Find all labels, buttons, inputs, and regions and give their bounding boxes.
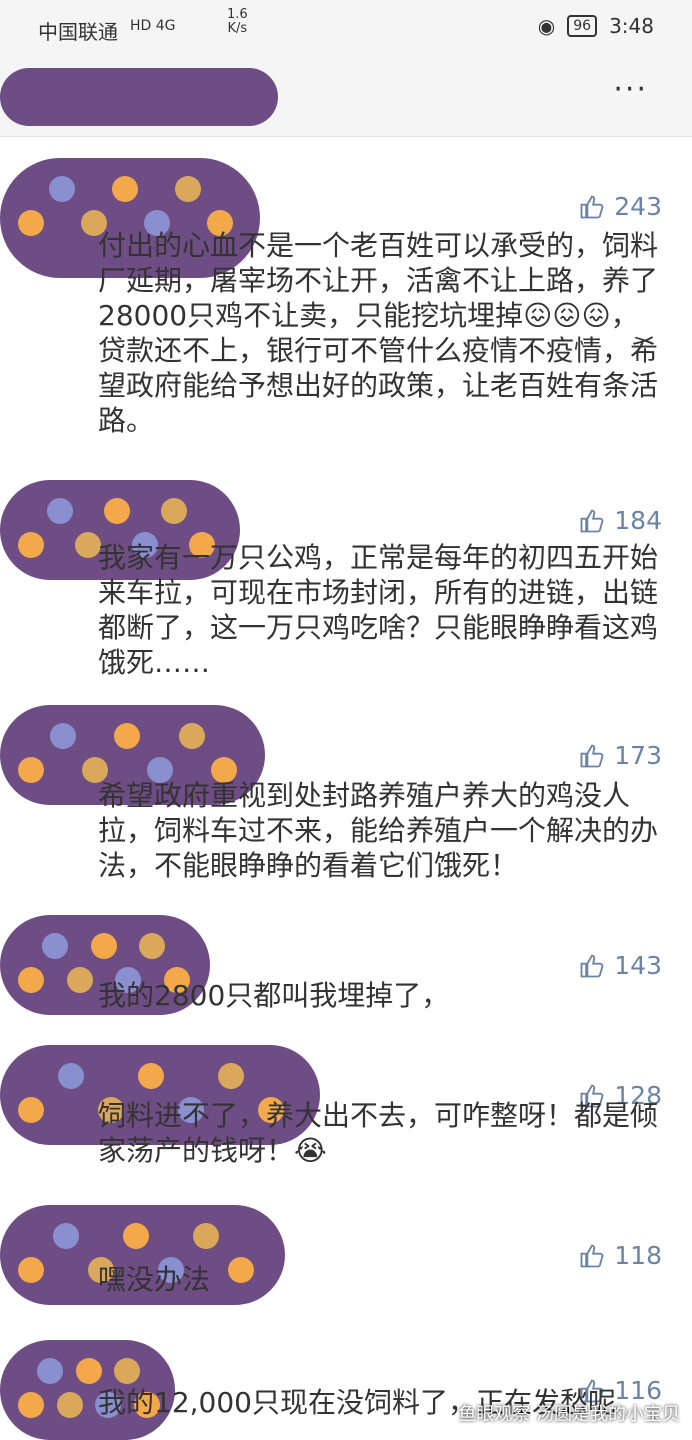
eye-icon: ◉ bbox=[537, 14, 556, 38]
pattern-dot bbox=[50, 723, 77, 749]
like-button[interactable]: 173 bbox=[578, 741, 662, 770]
pattern-dot bbox=[18, 757, 44, 783]
pattern-dot bbox=[218, 1063, 244, 1089]
like-count: 173 bbox=[614, 741, 662, 770]
pattern-dot bbox=[139, 933, 166, 959]
pattern-dot bbox=[18, 1097, 44, 1123]
like-button[interactable]: 184 bbox=[578, 506, 662, 535]
pattern-dot bbox=[42, 933, 69, 959]
pattern-dot bbox=[58, 1063, 84, 1089]
pattern-dot bbox=[18, 1392, 44, 1418]
battery-indicator: 96 bbox=[567, 15, 598, 37]
pattern-dot bbox=[18, 967, 44, 993]
thumbs-up-icon bbox=[580, 509, 604, 532]
pattern-dot bbox=[49, 176, 76, 202]
pattern-dot bbox=[193, 1223, 219, 1249]
more-button[interactable]: ··· bbox=[613, 75, 648, 105]
pattern-dot bbox=[160, 498, 187, 524]
like-count: 184 bbox=[614, 506, 662, 535]
carrier-name: 中国联通 bbox=[38, 20, 118, 44]
pattern-dot bbox=[138, 1063, 164, 1089]
time: 3:48 bbox=[609, 14, 654, 38]
pattern-dot bbox=[103, 498, 130, 524]
top-bar: ··· bbox=[0, 56, 692, 137]
comment-text: 饲料进不了，养大出不去，可咋整呀！都是倾家荡产的钱呀！😭 bbox=[98, 1099, 659, 1167]
comment-text: 希望政府重视到处封路养殖户养大的鸡没人拉，饲料车过不来，能给养殖户一个解决的办法… bbox=[98, 779, 659, 882]
thumbs-up-icon bbox=[580, 744, 604, 767]
pattern-dot bbox=[18, 1257, 44, 1283]
like-button[interactable]: 243 bbox=[578, 192, 662, 221]
redacted-avatar bbox=[0, 68, 278, 126]
watermark: 鱼眼观察 汤圆是我的小宝贝 bbox=[458, 1404, 680, 1425]
comment-text: 我的2800只都叫我埋掉了， bbox=[98, 979, 450, 1012]
pattern-dot bbox=[18, 532, 44, 558]
thumbs-up-icon bbox=[580, 954, 604, 977]
pattern-dot bbox=[53, 1223, 79, 1249]
like-button[interactable]: 143 bbox=[578, 951, 662, 980]
like-count: 143 bbox=[614, 951, 662, 980]
network-speed: 1.6 K/s bbox=[227, 7, 248, 36]
pattern-dot bbox=[112, 176, 139, 202]
pattern-dot bbox=[178, 723, 205, 749]
comment-text: 付出的心血不是一个老百姓可以承受的，饲料厂延期，屠宰场不让开，活禽不让上路，养了… bbox=[98, 229, 659, 437]
like-count: 243 bbox=[614, 192, 662, 221]
status-bar: 中国联通 HD 4G 1.6 K/s ◉ 96 3:48 bbox=[0, 0, 692, 56]
pattern-dot bbox=[66, 967, 93, 993]
pattern-dot bbox=[123, 1223, 149, 1249]
pattern-dot bbox=[56, 1392, 83, 1418]
network-indicator: HD 4G bbox=[130, 18, 176, 34]
comment-text: 嘿没办法 bbox=[98, 1263, 211, 1296]
pattern-dot bbox=[75, 1358, 102, 1384]
pattern-dot bbox=[90, 933, 117, 959]
pattern-dot bbox=[37, 1358, 64, 1384]
comment-text: 我家有一万只公鸡，正常是每年的初四五开始来车拉，可现在市场封闭，所有的进链，出链… bbox=[98, 541, 659, 679]
pattern-dot bbox=[18, 210, 44, 236]
pattern-dot bbox=[175, 176, 202, 202]
pattern-dot bbox=[114, 723, 141, 749]
pattern-dot bbox=[46, 498, 73, 524]
pattern-dot bbox=[114, 1358, 141, 1384]
thumbs-up-icon bbox=[580, 195, 604, 218]
